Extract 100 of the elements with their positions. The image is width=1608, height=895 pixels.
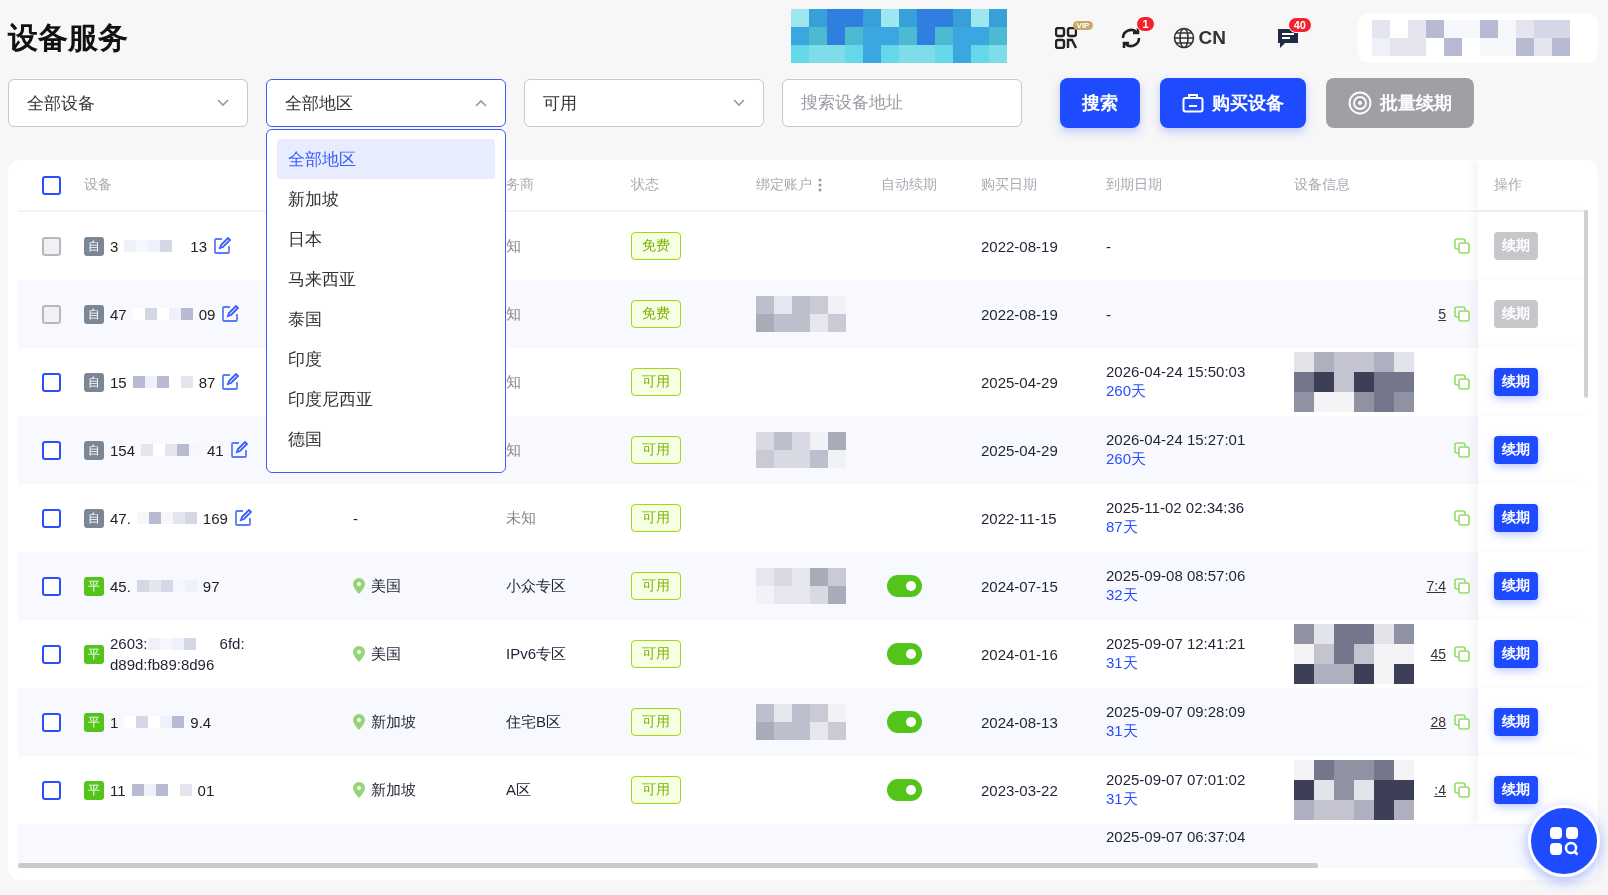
scrollbar[interactable] xyxy=(1584,210,1588,398)
days-left: 87天 xyxy=(1106,518,1139,537)
row-checkbox[interactable] xyxy=(42,440,61,460)
chat-icon[interactable] xyxy=(1276,27,1300,49)
redaction-mosaic xyxy=(136,580,197,592)
renew-button[interactable]: 续期 xyxy=(1494,640,1538,668)
expiry-date: 2025-09-07 07:01:02 xyxy=(1106,771,1246,788)
copy-icon[interactable] xyxy=(1454,510,1470,526)
more-icon[interactable] xyxy=(818,178,822,192)
user-card[interactable] xyxy=(1358,13,1598,63)
auto-renew-toggle[interactable] xyxy=(887,779,922,801)
row-checkbox[interactable] xyxy=(42,576,61,596)
row-checkbox[interactable] xyxy=(42,712,61,732)
region-option[interactable]: 日本 xyxy=(277,219,495,259)
row-checkbox[interactable] xyxy=(42,780,61,800)
copy-icon[interactable] xyxy=(1454,646,1470,662)
edit-icon[interactable] xyxy=(221,373,240,391)
region-text: 新加坡 xyxy=(371,712,416,732)
purchase-date: 2024-01-16 xyxy=(981,645,1058,663)
auto-renew-toggle[interactable] xyxy=(887,643,922,665)
expiry-date: 2025-11-02 02:34:36 xyxy=(1106,499,1245,516)
provider-text: 小众专区 xyxy=(506,576,566,596)
device-address: 11 xyxy=(110,781,126,799)
device-tag: 平 xyxy=(84,712,104,732)
device-address: 47 xyxy=(110,305,127,323)
status-tag: 可用 xyxy=(631,572,681,600)
renew-button[interactable]: 续期 xyxy=(1494,776,1538,804)
info-link[interactable]: :4 xyxy=(1434,782,1446,798)
device-address: 9.4 xyxy=(190,713,212,731)
region-text: 新加坡 xyxy=(371,780,416,800)
device-address: 01 xyxy=(197,781,215,799)
region-option[interactable]: 泰国 xyxy=(277,299,495,339)
renew-button[interactable]: 续期 xyxy=(1494,708,1538,736)
redaction-mosaic xyxy=(124,716,185,728)
qr-code-icon[interactable] xyxy=(1054,27,1077,49)
info-link[interactable]: 28 xyxy=(1430,714,1446,730)
buy-button[interactable]: 购买设备 xyxy=(1160,78,1306,128)
message-badge: 40 xyxy=(1287,17,1312,33)
device-address: 09 xyxy=(198,305,216,323)
copy-icon[interactable] xyxy=(1454,578,1470,594)
select-all-checkbox[interactable] xyxy=(42,175,61,195)
expiry-date: 2025-09-07 06:37:04 xyxy=(1106,828,1246,845)
device-address: 3 xyxy=(110,237,119,255)
row-checkbox[interactable] xyxy=(42,508,61,528)
language-label[interactable]: CN xyxy=(1198,27,1226,49)
copy-icon[interactable] xyxy=(1454,374,1470,390)
purchase-date: 2024-08-13 xyxy=(981,713,1058,731)
status-select[interactable]: 可用 xyxy=(524,79,764,127)
provider-text: IPv6专区 xyxy=(506,644,566,664)
chevron-icon xyxy=(217,99,229,107)
device-address: 13 xyxy=(190,237,208,255)
renew-button[interactable]: 续期 xyxy=(1494,572,1538,600)
purchase-date: 2022-11-15 xyxy=(981,509,1057,527)
row-checkbox[interactable] xyxy=(42,372,61,392)
scrollbar[interactable] xyxy=(18,863,1318,868)
copy-icon[interactable] xyxy=(1454,714,1470,730)
globe-icon[interactable] xyxy=(1172,27,1195,49)
auto-renew-toggle[interactable] xyxy=(887,575,922,597)
purchase-date: 2022-08-19 xyxy=(981,237,1058,255)
search-button[interactable]: 搜索 xyxy=(1060,78,1140,128)
device-address: 97 xyxy=(202,577,220,595)
region-option[interactable]: 印度 xyxy=(277,339,495,379)
days-left: 31天 xyxy=(1106,790,1139,809)
redaction-mosaic xyxy=(131,784,192,796)
region-option[interactable]: 马来西亚 xyxy=(277,259,495,299)
device-tag: 平 xyxy=(84,576,104,596)
region-option[interactable]: 德国 xyxy=(277,419,495,459)
device-select[interactable]: 全部设备 xyxy=(8,79,248,127)
info-link[interactable]: 7:4 xyxy=(1426,578,1446,594)
expiry-date: 2025-09-07 09:28:09 xyxy=(1106,703,1246,720)
region-option[interactable]: 全部地区 xyxy=(277,139,495,179)
copy-icon[interactable] xyxy=(1454,782,1470,798)
search-field[interactable]: 搜索设备地址 xyxy=(782,79,1022,127)
column-header: 设备信息 xyxy=(1294,176,1350,194)
renew-button[interactable]: 续期 xyxy=(1494,504,1538,532)
region-select[interactable]: 全部地区 xyxy=(266,79,506,127)
provider-text: 住宅B区 xyxy=(506,712,561,732)
expiry-date: 2025-09-08 08:57:06 xyxy=(1106,567,1246,584)
region-option[interactable]: 印度尼西亚 xyxy=(277,379,495,419)
status-tag: 免费 xyxy=(631,232,681,260)
status-tag: 免费 xyxy=(631,300,681,328)
edit-icon[interactable] xyxy=(229,441,248,459)
region-option[interactable]: 新加坡 xyxy=(277,179,495,219)
edit-icon[interactable] xyxy=(233,509,252,527)
location-pin-icon xyxy=(353,646,365,662)
notification-badge: 1 xyxy=(1136,16,1155,32)
location-pin-icon xyxy=(353,578,365,594)
provider-text: A区 xyxy=(506,780,531,800)
expiry-date: - xyxy=(1106,305,1111,323)
auto-renew-toggle[interactable] xyxy=(887,711,922,733)
renew-button[interactable]: 续期 xyxy=(1494,436,1538,464)
device-address: 1 xyxy=(110,713,119,731)
row-checkbox[interactable] xyxy=(42,644,61,664)
redaction-mosaic xyxy=(136,512,197,524)
copy-icon[interactable] xyxy=(1454,442,1470,458)
renew-button[interactable]: 续期 xyxy=(1494,368,1538,396)
days-left: 260天 xyxy=(1106,450,1148,469)
info-link[interactable]: 45 xyxy=(1430,646,1446,662)
days-left: 260天 xyxy=(1106,382,1148,401)
purchase-date: 2023-03-22 xyxy=(981,781,1058,799)
